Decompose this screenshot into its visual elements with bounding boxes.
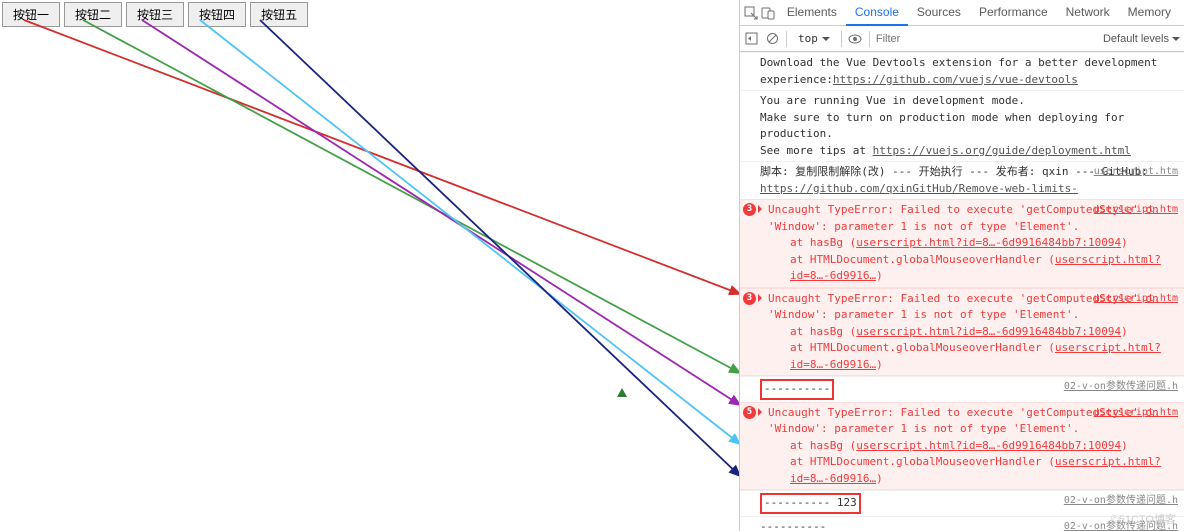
- device-icon[interactable]: [761, 5, 776, 20]
- console-log: 02-v-on参数传递问题.h----------: [740, 376, 1184, 402]
- page-button-2[interactable]: 按钮二: [64, 2, 122, 27]
- console-log: Download the Vue Devtools extension for …: [740, 52, 1184, 90]
- context-select[interactable]: top: [793, 30, 835, 47]
- console-error: 3userscript.htmUncaught TypeError: Faile…: [740, 199, 1184, 288]
- filter-input-wrap: [876, 33, 1097, 45]
- console-error: 3userscript.htmUncaught TypeError: Faile…: [740, 288, 1184, 377]
- devtools-tab-sources[interactable]: Sources: [908, 0, 970, 26]
- devtools-tabs: ElementsConsoleSourcesPerformanceNetwork…: [740, 0, 1184, 26]
- console-log: userscript.htm脚本: 复制限制解除(改) --- 开始执行 ---…: [740, 161, 1184, 199]
- devtools-tab-performance[interactable]: Performance: [970, 0, 1057, 26]
- devtools-tab-network[interactable]: Network: [1057, 0, 1119, 26]
- console-log: You are running Vue in development mode.…: [740, 90, 1184, 161]
- inspect-icon[interactable]: [744, 5, 759, 20]
- devtools-tab-console[interactable]: Console: [846, 0, 908, 26]
- devtools-panel: ElementsConsoleSourcesPerformanceNetwork…: [739, 0, 1184, 531]
- page-button-1[interactable]: 按钮一: [2, 2, 60, 27]
- clear-console-icon[interactable]: [765, 31, 780, 46]
- devtools-tab-elements[interactable]: Elements: [778, 0, 846, 26]
- page-button-bar: 按钮一按钮二按钮三按钮四按钮五: [2, 2, 308, 27]
- page-button-4[interactable]: 按钮四: [188, 2, 246, 27]
- live-expr-icon[interactable]: [848, 31, 863, 46]
- log-levels-select[interactable]: Default levels: [1103, 33, 1180, 45]
- devtools-tab-memory[interactable]: Memory: [1119, 0, 1180, 26]
- sidebar-toggle-icon[interactable]: [744, 31, 759, 46]
- page-button-5[interactable]: 按钮五: [250, 2, 308, 27]
- console-error: 5userscript.htmUncaught TypeError: Faile…: [740, 402, 1184, 491]
- console-toolbar: top Default levels: [740, 26, 1184, 52]
- page-button-3[interactable]: 按钮三: [126, 2, 184, 27]
- console-output: Download the Vue Devtools extension for …: [740, 52, 1184, 531]
- filter-input[interactable]: [876, 33, 1097, 45]
- watermark: ©51CTO博客: [1111, 511, 1176, 527]
